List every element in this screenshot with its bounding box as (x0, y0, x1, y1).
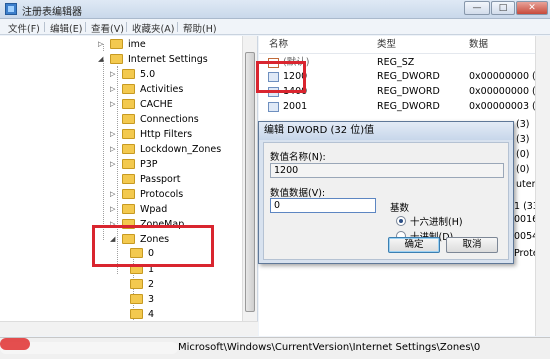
value-data-input[interactable]: 0 (270, 198, 376, 213)
expand-arrow-icon[interactable]: ▷ (110, 157, 115, 172)
collapse-arrow-icon[interactable]: ◢ (98, 52, 103, 67)
folder-icon (122, 143, 135, 154)
scrollbar-thumb[interactable] (245, 52, 255, 312)
tree-node-label: CACHE (140, 99, 173, 110)
expand-arrow-icon[interactable]: ▷ (110, 187, 115, 202)
menu-separator (177, 22, 178, 32)
list-item-type: REG_DWORD (377, 71, 440, 82)
menu-file[interactable]: 文件(F) (8, 21, 40, 35)
registry-app-icon (5, 3, 17, 15)
list-item-data-partial: (3) (516, 134, 530, 145)
dword-value-icon (268, 102, 279, 112)
folder-icon (130, 278, 143, 289)
expand-arrow-icon[interactable]: ▷ (110, 67, 115, 82)
menu-view[interactable]: 查看(V) (91, 21, 124, 35)
list-item-type: REG_DWORD (377, 86, 440, 97)
tree-node-label: 4 (148, 309, 155, 320)
list-item-type: REG_SZ (377, 57, 415, 68)
menu-edit[interactable]: 编辑(E) (50, 21, 82, 35)
tree-node-label: 2 (148, 279, 155, 290)
folder-icon (122, 83, 135, 94)
folder-icon (130, 293, 143, 304)
expand-arrow-icon[interactable]: ▷ (110, 142, 115, 157)
folder-icon (122, 203, 135, 214)
registry-tree[interactable]: ▷ ime ◢ Internet Settings ▷ 5.0 ▷ Activi… (0, 36, 258, 336)
title-bar: 注册表编辑器 — □ ✕ (0, 0, 550, 19)
list-item-name[interactable]: 2001 (283, 100, 307, 114)
tree-node-label: Internet Settings (128, 54, 208, 65)
maximize-button[interactable]: □ (491, 1, 515, 15)
list-vertical-scrollbar[interactable] (535, 36, 550, 336)
folder-open-icon (110, 53, 123, 64)
expand-arrow-icon[interactable]: ▷ (98, 37, 103, 52)
tree-node-label: Passport (140, 174, 181, 185)
folder-icon (130, 308, 143, 319)
menu-separator (126, 22, 127, 32)
tree-horizontal-scrollbar[interactable] (0, 321, 258, 336)
tree-node-label: P3P (140, 159, 158, 170)
list-item-data-partial: (0) (516, 149, 530, 160)
base-label: 基数 (390, 203, 410, 214)
list-header (259, 36, 550, 54)
edit-dword-dialog: 编辑 DWORD (32 位)值 数值名称(N): 1200 数值数据(V): … (258, 121, 514, 264)
tree-node-label: Connections (140, 114, 199, 125)
expand-arrow-icon[interactable]: ▷ (110, 127, 115, 142)
hex-radio[interactable] (396, 216, 406, 226)
highlight-box-zones (92, 225, 214, 267)
expand-arrow-icon[interactable]: ▷ (110, 82, 115, 97)
folder-icon (122, 158, 135, 169)
registry-editor-window: 注册表编辑器 — □ ✕ 文件(F) 编辑(E) 查看(V) 收藏夹(A) 帮助… (0, 0, 550, 359)
value-data-label: 数值数据(V): (270, 188, 326, 199)
dialog-body: 数值名称(N): 1200 数值数据(V): 0 基数 十六进制(H) 十进制(… (263, 142, 509, 260)
value-name-label: 数值名称(N): (270, 152, 326, 163)
folder-icon (122, 98, 135, 109)
window-title: 注册表编辑器 (22, 7, 82, 18)
folder-icon (110, 38, 123, 49)
folder-icon (122, 68, 135, 79)
tree-node-label: Http Filters (140, 129, 193, 140)
list-item-type: REG_DWORD (377, 101, 440, 112)
list-item-data-partial: uter (516, 179, 536, 190)
folder-icon (122, 128, 135, 139)
tree-node-label: 3 (148, 294, 155, 305)
tree-node-label: Protocols (140, 189, 184, 200)
tree-node-label: Lockdown_Zones (140, 144, 222, 155)
tree-node-label: Wpad (140, 204, 168, 215)
tree-node-label: Activities (140, 84, 184, 95)
expand-arrow-icon[interactable]: ▷ (110, 202, 115, 217)
red-marker (0, 338, 30, 350)
menu-bar: 文件(F) 编辑(E) 查看(V) 收藏夹(A) 帮助(H) (0, 19, 550, 35)
column-header-type[interactable]: 类型 (377, 36, 396, 54)
dialog-title: 编辑 DWORD (32 位)值 (259, 122, 513, 140)
value-name-field: 1200 (270, 163, 504, 178)
cancel-button[interactable]: 取消 (446, 237, 498, 253)
minimize-button[interactable]: — (464, 1, 490, 15)
folder-icon (122, 113, 135, 124)
tree-node-label: ime (128, 39, 146, 50)
ok-button[interactable]: 确定 (388, 237, 440, 253)
hex-radio-label[interactable]: 十六进制(H) (410, 214, 463, 228)
menu-favorites[interactable]: 收藏夹(A) (132, 21, 174, 35)
list-item-data-partial: (3) (516, 119, 530, 130)
close-button[interactable]: ✕ (516, 1, 548, 15)
menu-separator (85, 22, 86, 32)
expand-arrow-icon[interactable]: ▷ (110, 97, 115, 112)
folder-icon (122, 173, 135, 184)
list-item-data-partial: (0) (516, 164, 530, 175)
column-header-name[interactable]: 名称 (269, 36, 288, 54)
highlight-box-1200 (256, 61, 306, 93)
menu-help[interactable]: 帮助(H) (183, 21, 217, 35)
column-header-data[interactable]: 数据 (469, 36, 488, 54)
tree-node-label: 5.0 (140, 69, 156, 80)
tree-vertical-scrollbar[interactable] (242, 36, 257, 336)
folder-icon (122, 188, 135, 199)
status-path: Microsoft\Windows\CurrentVersion\Interne… (178, 342, 481, 353)
menu-separator (44, 22, 45, 32)
